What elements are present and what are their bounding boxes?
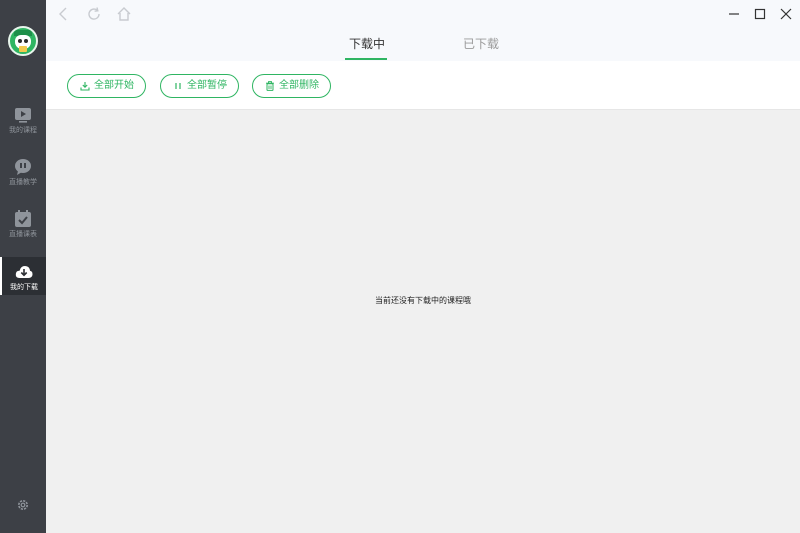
download-icon: [80, 82, 90, 91]
avatar-eye-right: [24, 39, 28, 43]
maximize-icon[interactable]: [752, 6, 768, 22]
pause-all-label: 全部暂停: [187, 80, 227, 91]
sidebar-item-my-courses[interactable]: 我的课程: [0, 106, 46, 146]
delete-all-label: 全部删除: [279, 80, 319, 91]
download-list-area: 当前还没有下载中的课程哦: [46, 110, 800, 533]
app-window: 我的课程 直播教学 直播课表 我的下载 下载中 已下载 全部开始 全部暂停 全部…: [0, 0, 800, 533]
pause-icon: [175, 83, 181, 89]
start-all-button[interactable]: 全部开始: [67, 74, 146, 98]
title-bar: [46, 0, 800, 28]
refresh-icon[interactable]: [86, 6, 102, 22]
sidebar-item-label: 我的下载: [10, 283, 38, 291]
toolbar: 全部开始 全部暂停 全部删除: [46, 61, 800, 110]
sidebar-item-label: 直播教学: [9, 178, 37, 186]
sidebar-item-label: 我的课程: [9, 126, 37, 134]
start-all-label: 全部开始: [94, 80, 134, 91]
play-video-icon: [15, 108, 31, 123]
download-tabs: 下载中 已下载: [46, 28, 800, 61]
gear-icon[interactable]: [16, 498, 30, 512]
back-icon[interactable]: [56, 6, 72, 22]
chat-bubble-icon: [15, 159, 31, 175]
cloud-download-icon: [15, 266, 33, 278]
empty-state-message: 当前还没有下载中的课程哦: [375, 296, 471, 305]
checklist-icon: [15, 210, 31, 227]
sidebar-item-label: 直播课表: [9, 230, 37, 238]
close-icon[interactable]: [778, 6, 794, 22]
avatar-book: [19, 46, 27, 52]
minimize-icon[interactable]: [726, 6, 742, 22]
trash-icon: [266, 81, 274, 91]
avatar-eye-left: [18, 39, 22, 43]
pause-all-button[interactable]: 全部暂停: [160, 74, 239, 98]
delete-all-button[interactable]: 全部删除: [252, 74, 331, 98]
active-tab-indicator: [345, 58, 387, 60]
sidebar-item-live-teaching[interactable]: 直播教学: [0, 158, 46, 198]
avatar[interactable]: [8, 26, 38, 56]
sidebar-item-my-downloads[interactable]: 我的下载: [0, 257, 46, 295]
home-icon[interactable]: [116, 6, 132, 22]
tab-downloaded[interactable]: 已下载: [463, 36, 499, 52]
sidebar: 我的课程 直播教学 直播课表 我的下载: [0, 0, 46, 533]
tab-downloading[interactable]: 下载中: [349, 36, 385, 52]
sidebar-item-live-schedule[interactable]: 直播课表: [0, 210, 46, 250]
